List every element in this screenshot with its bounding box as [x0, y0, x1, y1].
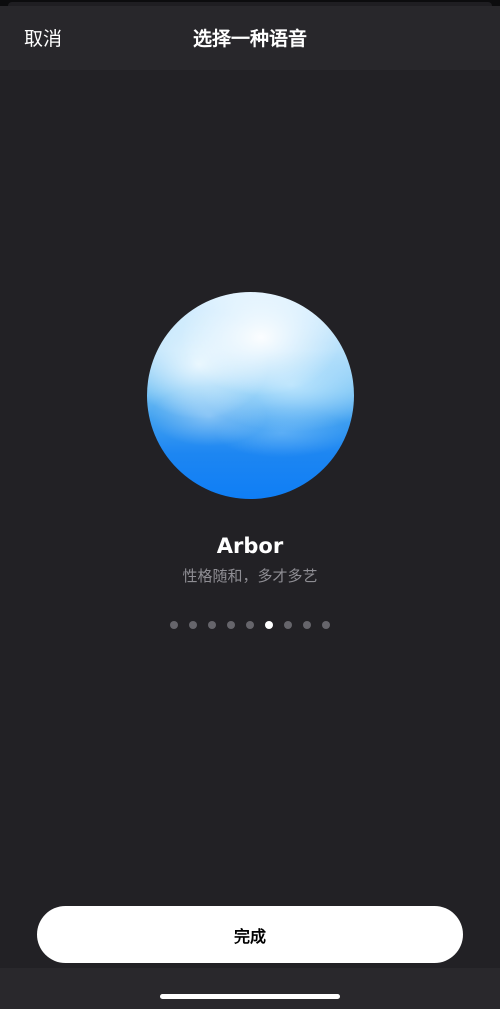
page-dot-8[interactable]: [303, 621, 311, 629]
voice-name: Arbor: [216, 534, 284, 558]
page-title: 选择一种语音: [192, 28, 307, 50]
nav-header: 取消 选择一种语音: [0, 6, 500, 70]
bottom-bar: [0, 968, 500, 1009]
voice-description: 性格随和，多才多艺: [182, 567, 318, 585]
page-indicator: [0, 621, 500, 629]
page-dot-7[interactable]: [284, 621, 292, 629]
page-dot-3[interactable]: [208, 621, 216, 629]
page-dot-9[interactable]: [322, 621, 330, 629]
page-dot-1[interactable]: [170, 621, 178, 629]
home-indicator[interactable]: [160, 994, 340, 999]
page-dot-6-active[interactable]: [265, 621, 273, 629]
done-button[interactable]: 完成: [37, 906, 463, 963]
page-dot-4[interactable]: [227, 621, 235, 629]
page-dot-5[interactable]: [246, 621, 254, 629]
voice-orb-icon[interactable]: [147, 292, 354, 499]
page-dot-2[interactable]: [189, 621, 197, 629]
